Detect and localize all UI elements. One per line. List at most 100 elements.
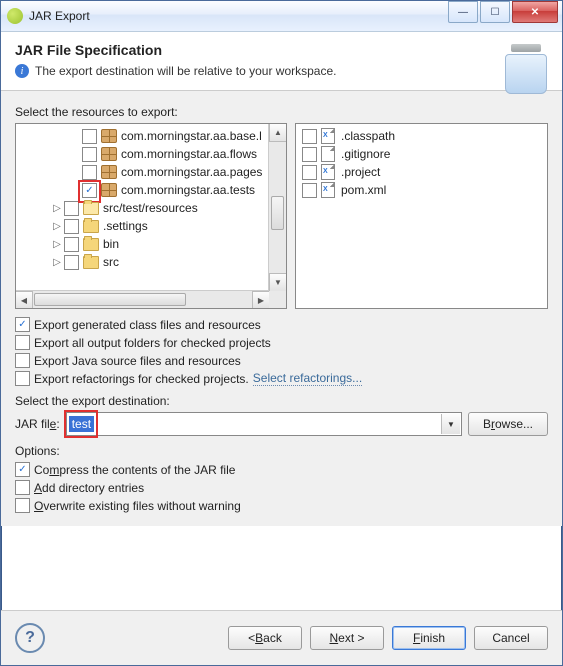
scroll-corner: [269, 291, 286, 308]
file-checkbox[interactable]: [302, 165, 317, 180]
file-icon: X: [321, 182, 335, 198]
tree-label: src: [103, 255, 119, 269]
tree-checkbox[interactable]: [82, 183, 97, 198]
expand-icon[interactable]: ▷: [52, 239, 62, 250]
finish-button[interactable]: Finish: [392, 626, 466, 650]
tree-checkbox[interactable]: [64, 237, 79, 252]
tree-checkbox[interactable]: [64, 201, 79, 216]
jar-file-label: JAR file:: [15, 417, 60, 431]
add-directory-checkbox[interactable]: Add directory entries: [15, 480, 548, 495]
wizard-header: JAR File Specification i The export dest…: [1, 32, 562, 91]
page-title: JAR File Specification: [15, 42, 548, 58]
help-button[interactable]: ?: [15, 623, 45, 653]
resources-label: Select the resources to export:: [15, 105, 548, 119]
file-label: pom.xml: [341, 183, 386, 197]
tree-checkbox[interactable]: [64, 255, 79, 270]
folder-icon: [83, 202, 99, 215]
file-label: .gitignore: [341, 147, 390, 161]
tree-label: bin: [103, 237, 119, 251]
file-icon: [321, 146, 335, 162]
tree-node[interactable]: ▷ bin: [22, 235, 284, 253]
folder-icon: [83, 238, 99, 251]
jar-file-value: test: [69, 416, 94, 432]
export-class-files-checkbox[interactable]: Export generated class files and resourc…: [15, 317, 548, 332]
select-refactorings-link[interactable]: Select refactorings...: [253, 371, 362, 386]
tree-label: src/test/resources: [103, 201, 198, 215]
checkbox-label: Add directory entries: [34, 481, 144, 495]
file-item[interactable]: X .project: [302, 163, 545, 181]
close-button[interactable]: ✕: [512, 1, 558, 23]
titlebar[interactable]: JAR Export — ☐ ✕: [1, 1, 562, 32]
file-list-pane[interactable]: X .classpath .gitignore X .project Xpom.xml: [295, 123, 548, 309]
scroll-right-icon[interactable]: ▶: [252, 291, 269, 308]
file-checkbox[interactable]: [302, 129, 317, 144]
tree-vscrollbar[interactable]: ▲ ▼: [268, 124, 286, 291]
tree-label: .settings: [103, 219, 148, 233]
tree-checkbox[interactable]: [82, 147, 97, 162]
export-refactorings-checkbox[interactable]: Export refactorings for checked projects…: [15, 371, 548, 386]
file-icon: X: [321, 128, 335, 144]
tree-hscrollbar[interactable]: ◀ ▶: [16, 290, 269, 308]
tree-checkbox[interactable]: [82, 165, 97, 180]
scroll-thumb[interactable]: [271, 196, 284, 230]
scroll-left-icon[interactable]: ◀: [16, 291, 33, 308]
scroll-down-icon[interactable]: ▼: [269, 273, 286, 291]
next-button[interactable]: Next >: [310, 626, 384, 650]
destination-label: Select the export destination:: [15, 394, 548, 408]
overwrite-checkbox[interactable]: Overwrite existing files without warning: [15, 498, 548, 513]
checkbox-label: Compress the contents of the JAR file: [34, 463, 235, 477]
tree-node[interactable]: ▷ src: [22, 253, 284, 271]
jar-file-combo[interactable]: test ▼: [66, 412, 462, 436]
package-icon: [101, 165, 117, 179]
checkbox-label: Overwrite existing files without warning: [34, 499, 241, 513]
cancel-button[interactable]: Cancel: [474, 626, 548, 650]
export-java-source-checkbox[interactable]: Export Java source files and resources: [15, 353, 548, 368]
tree-node[interactable]: com.morningstar.aa.base.l: [22, 127, 284, 145]
expand-icon[interactable]: ▷: [52, 221, 62, 232]
tree-node[interactable]: com.morningstar.aa.tests: [22, 181, 284, 199]
resource-tree-pane[interactable]: com.morningstar.aa.base.l com.morningsta…: [15, 123, 287, 309]
file-item[interactable]: Xpom.xml: [302, 181, 545, 199]
info-icon: i: [15, 64, 29, 78]
tree-node[interactable]: ▷ .settings: [22, 217, 284, 235]
tree-label: com.morningstar.aa.base.l: [121, 129, 262, 143]
tree-node[interactable]: ▷ src/test/resources: [22, 199, 284, 217]
page-subtitle: The export destination will be relative …: [35, 64, 336, 78]
tree-checkbox[interactable]: [82, 129, 97, 144]
minimize-button[interactable]: —: [448, 1, 478, 23]
browse-button[interactable]: Browse...: [468, 412, 548, 436]
checkbox-label: Export generated class files and resourc…: [34, 318, 261, 332]
maximize-button[interactable]: ☐: [480, 1, 510, 23]
tree-node[interactable]: com.morningstar.aa.pages: [22, 163, 284, 181]
options-heading: Options:: [15, 444, 548, 458]
compress-checkbox[interactable]: Compress the contents of the JAR file: [15, 462, 548, 477]
package-icon: [101, 147, 117, 161]
package-icon: [101, 183, 117, 197]
checkbox-label: Export refactorings for checked projects…: [34, 372, 249, 386]
tree-node[interactable]: com.morningstar.aa.flows: [22, 145, 284, 163]
file-item[interactable]: .gitignore: [302, 145, 545, 163]
tree-label: com.morningstar.aa.pages: [121, 165, 262, 179]
button-bar: ? < Back Next > Finish Cancel: [1, 610, 562, 665]
file-item[interactable]: X .classpath: [302, 127, 545, 145]
scroll-up-icon[interactable]: ▲: [269, 124, 286, 142]
checkbox-label: Export Java source files and resources: [34, 354, 241, 368]
checkbox-label: Export all output folders for checked pr…: [34, 336, 271, 350]
folder-icon: [83, 220, 99, 233]
package-icon: [101, 129, 117, 143]
export-output-folders-checkbox[interactable]: Export all output folders for checked pr…: [15, 335, 548, 350]
expand-icon[interactable]: ▷: [52, 203, 62, 214]
window-title: JAR Export: [29, 9, 448, 23]
folder-icon: [83, 256, 99, 269]
tree-checkbox[interactable]: [64, 219, 79, 234]
tree-label: com.morningstar.aa.flows: [121, 147, 257, 161]
file-label: .project: [341, 165, 380, 179]
file-checkbox[interactable]: [302, 147, 317, 162]
file-checkbox[interactable]: [302, 183, 317, 198]
hscroll-thumb[interactable]: [34, 293, 186, 306]
back-button[interactable]: < Back: [228, 626, 302, 650]
file-icon: X: [321, 164, 335, 180]
chevron-down-icon[interactable]: ▼: [441, 414, 460, 434]
expand-icon[interactable]: ▷: [52, 257, 62, 268]
file-label: .classpath: [341, 129, 395, 143]
